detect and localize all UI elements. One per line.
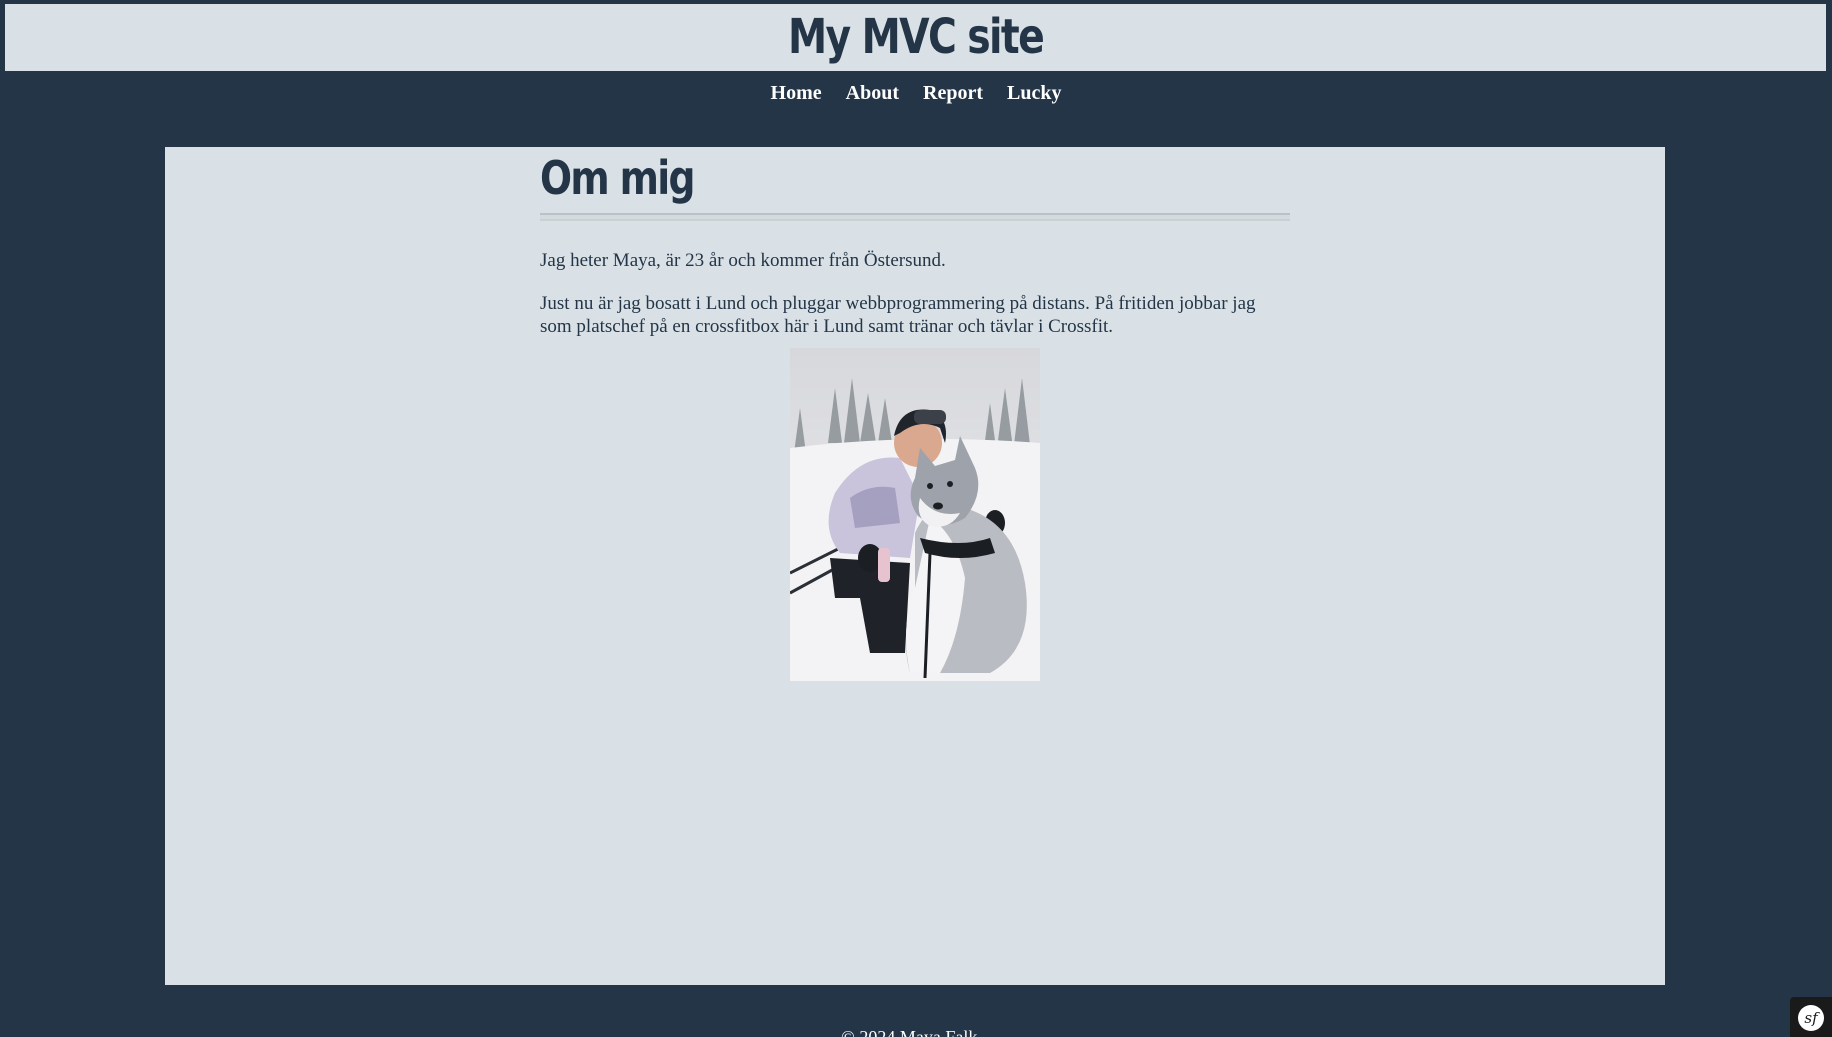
page-heading: Om mig — [540, 151, 696, 205]
symfony-icon: sf — [1798, 1005, 1824, 1031]
details-paragraph: Just nu är jag bosatt i Lund och pluggar… — [540, 293, 1256, 337]
profile-photo — [790, 348, 1040, 681]
nav-link-lucky[interactable]: Lucky — [1007, 82, 1061, 105]
about-article: Om mig Jag heter Maya, är 23 år och komm… — [540, 147, 1290, 338]
nav-link-report[interactable]: Report — [923, 82, 983, 105]
symfony-toolbar-toggle[interactable]: sf — [1790, 997, 1832, 1037]
site-title: My MVC site — [787, 9, 1045, 65]
nav-link-home[interactable]: Home — [771, 82, 822, 105]
heading-divider — [540, 213, 1290, 221]
site-header: My MVC site — [5, 4, 1826, 71]
intro-paragraph: Jag heter Maya, är 23 år och kommer från… — [540, 250, 946, 271]
nav-link-about[interactable]: About — [846, 82, 899, 105]
main-content-panel: Om mig Jag heter Maya, är 23 år och komm… — [165, 147, 1665, 985]
main-nav: Home About Report Lucky — [0, 82, 1832, 105]
footer-copyright: © 2024 Maya Falk... — [841, 1027, 991, 1037]
